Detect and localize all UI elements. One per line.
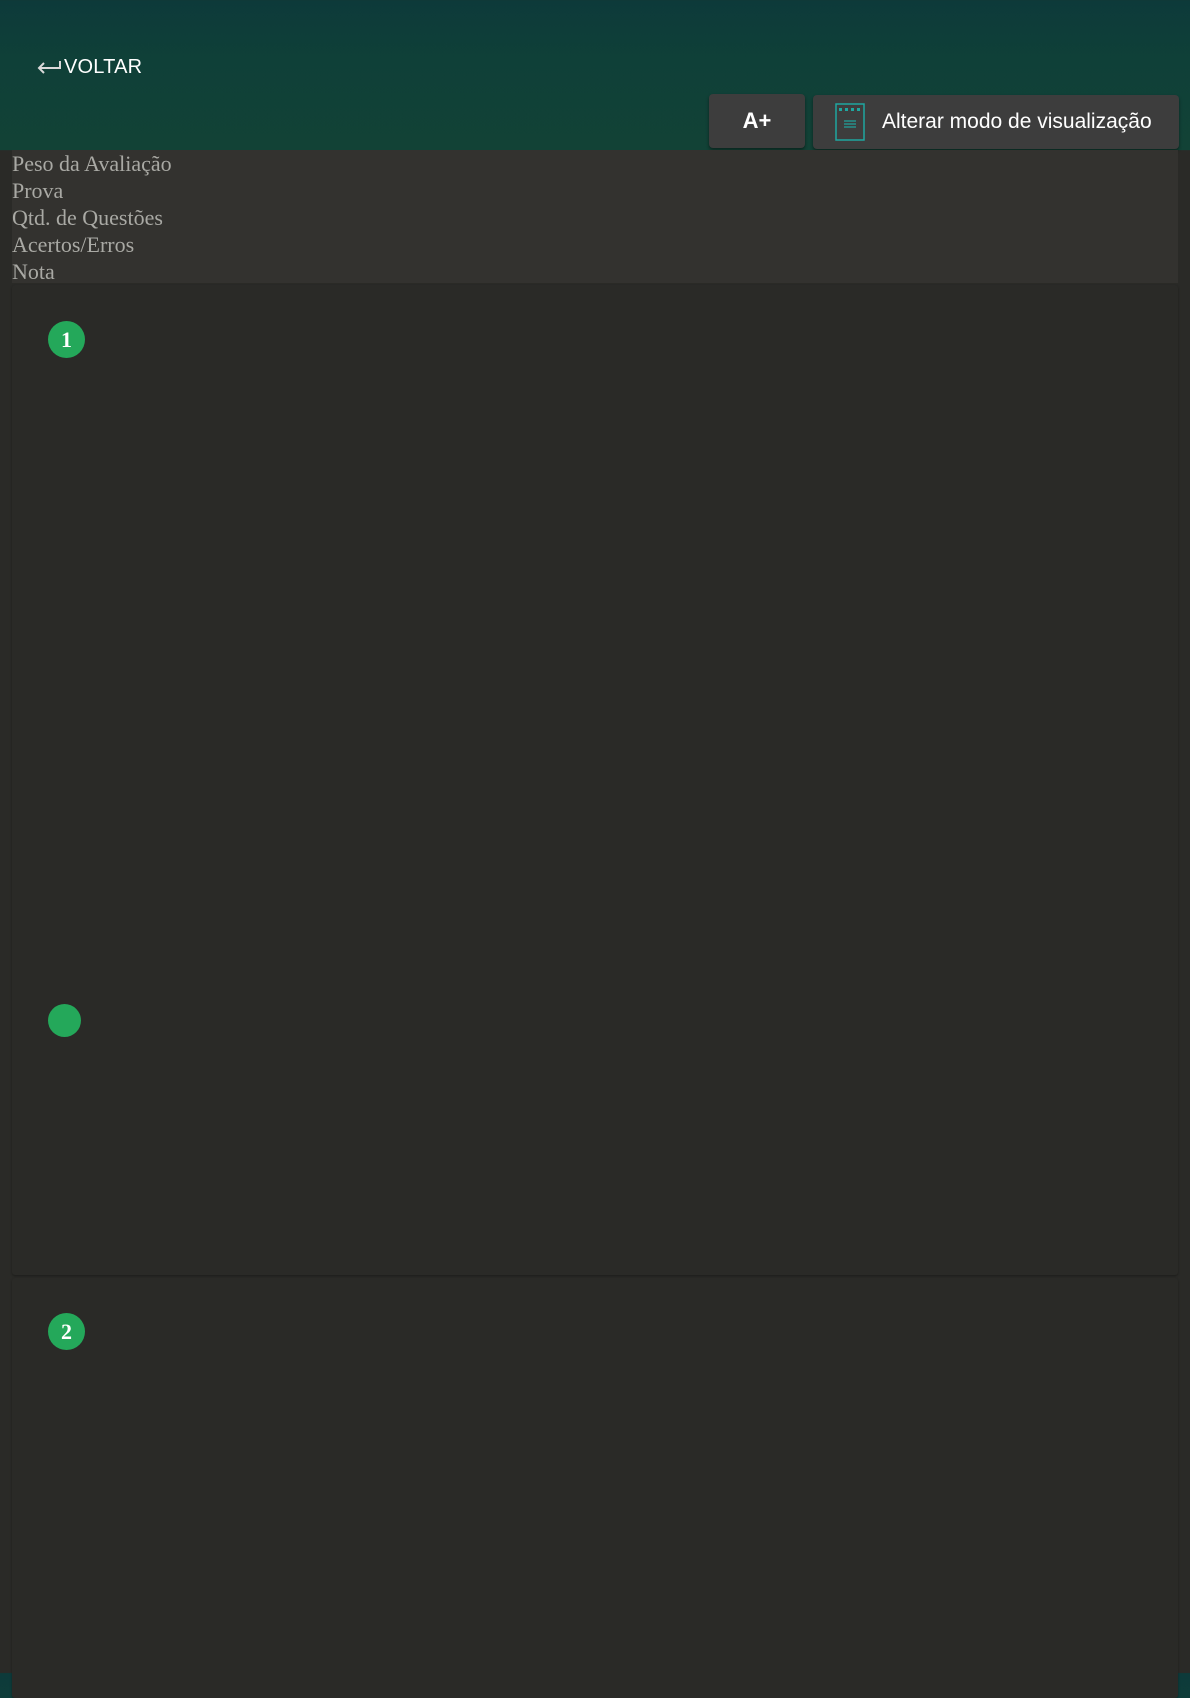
answer-status-dot xyxy=(48,1004,81,1037)
top-header: VOLTAR A+ Alterar modo de visualização xyxy=(0,0,1190,150)
grade-label: Nota xyxy=(12,259,55,284)
return-arrow-icon xyxy=(34,52,64,82)
document-icon xyxy=(835,103,865,141)
question-card: 1 xyxy=(12,285,1178,1275)
increase-font-label: A+ xyxy=(742,108,772,133)
back-button[interactable]: VOLTAR xyxy=(34,52,142,82)
change-view-mode-button[interactable]: Alterar modo de visualização xyxy=(813,95,1179,149)
evaluation-info-panel: Peso da Avaliação Prova Qtd. de Questões… xyxy=(12,150,1178,284)
question-number-badge: 2 xyxy=(48,1313,85,1350)
view-mode-label: Alterar modo de visualização xyxy=(882,110,1152,133)
hits-errors-label: Acertos/Erros xyxy=(12,232,135,257)
back-label: VOLTAR xyxy=(64,55,143,78)
evaluation-weight-label: Peso da Avaliação xyxy=(12,151,172,176)
increase-font-button[interactable]: A+ xyxy=(709,94,805,148)
exam-label: Prova xyxy=(12,178,64,203)
question-card: 2 xyxy=(12,1278,1178,1698)
question-number-badge: 1 xyxy=(48,321,85,358)
question-count-label: Qtd. de Questões xyxy=(12,205,163,230)
